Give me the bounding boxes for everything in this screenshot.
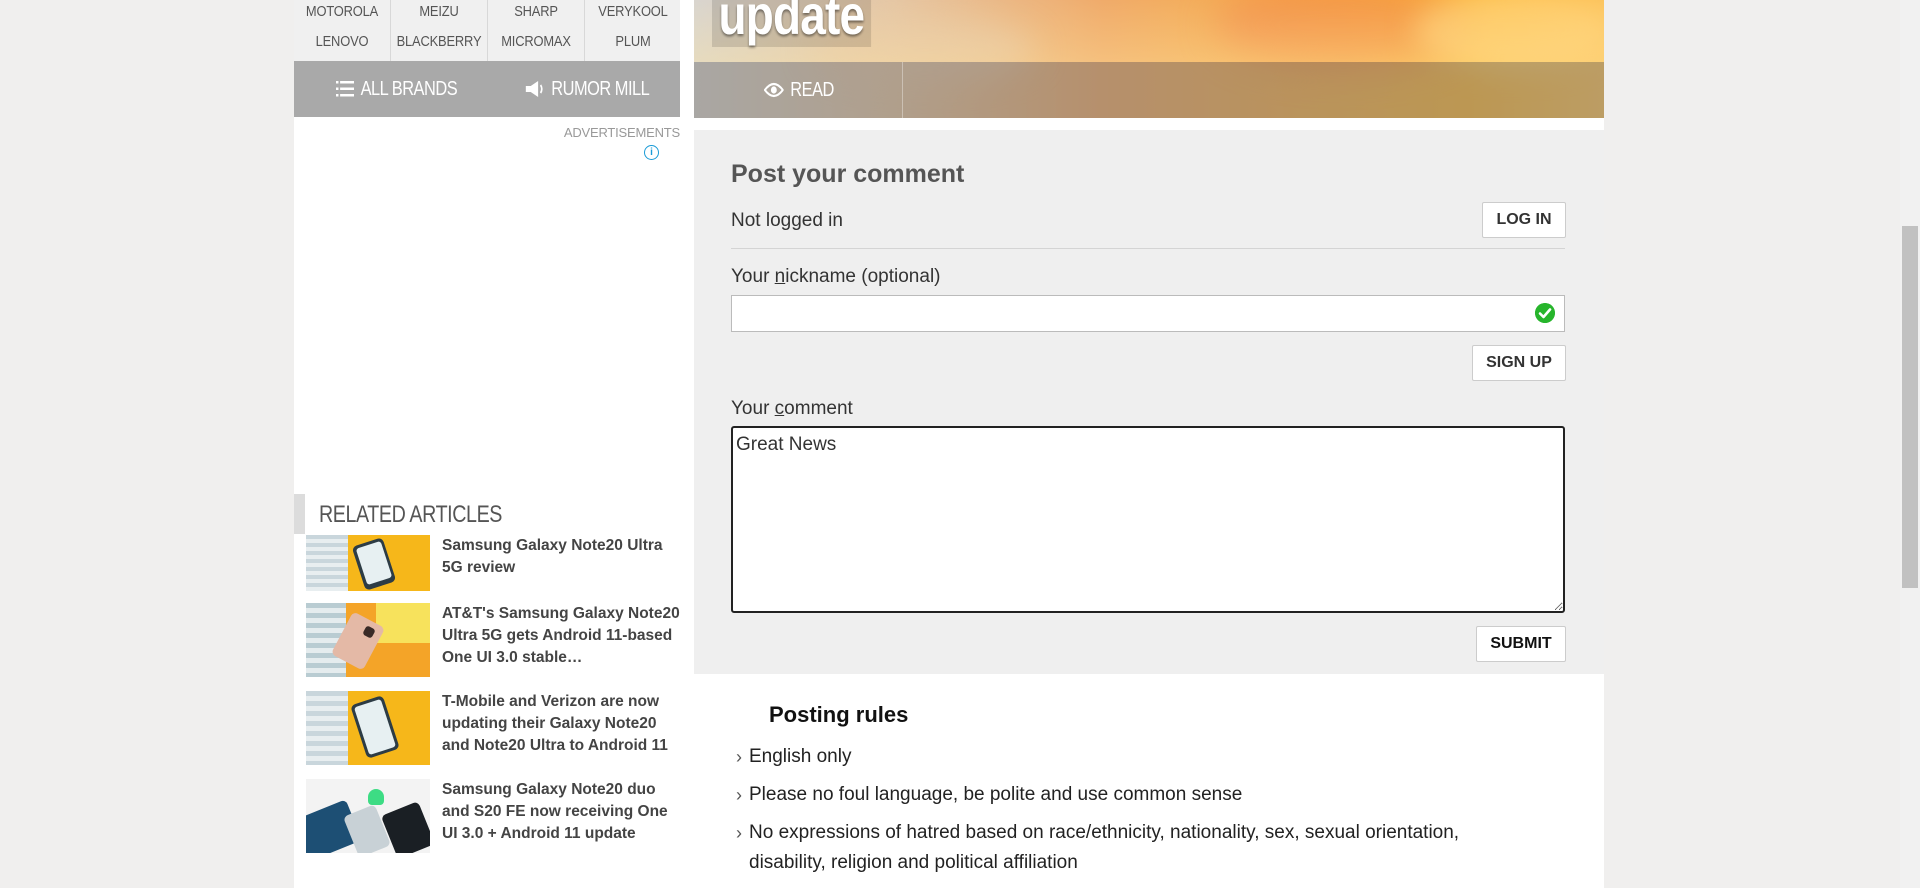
rule-text: English only: [749, 746, 852, 767]
hero-action-bar: READ: [694, 62, 1604, 118]
posting-rules: Posting rules › English only › Please no…: [694, 674, 1604, 888]
brand-link-meizu[interactable]: MEIZU: [398, 0, 481, 25]
comment-label-accesskey: c: [774, 398, 785, 419]
comment-textarea[interactable]: Great News: [731, 426, 1565, 613]
nickname-label-accesskey: n: [774, 266, 786, 287]
rule-text: Please no foul language, be polite and u…: [749, 784, 1243, 805]
left-sidebar: MOTOROLA MEIZU SHARP VERYKOOL LENOVO BLA…: [294, 0, 680, 888]
article-title: T-Mobile and Verizon are now updating th…: [442, 693, 668, 754]
rule-item: › English only: [736, 742, 1549, 772]
chevron-right-icon: ›: [736, 747, 742, 767]
main-content: update READ Post your comment Not logged…: [694, 0, 1604, 888]
rule-text: No expressions of hatred based on race/e…: [749, 822, 1460, 873]
rule-item: › No expressions of hatred based on race…: [736, 818, 1529, 878]
comment-form: Post your comment Not logged in LOG IN Y…: [694, 130, 1604, 674]
related-article[interactable]: Samsung Galaxy Note20 Ultra 5G review: [306, 535, 680, 591]
read-button[interactable]: READ: [764, 62, 834, 118]
page: MOTOROLA MEIZU SHARP VERYKOOL LENOVO BLA…: [294, 0, 1604, 888]
comment-label-text: Your: [731, 398, 775, 419]
nickname-label-text: Your: [731, 266, 775, 287]
grid-divider: [584, 0, 585, 61]
check-icon: [1535, 303, 1555, 323]
form-divider: [731, 248, 1565, 249]
scrollbar-thumb[interactable]: [1902, 226, 1918, 588]
login-button[interactable]: LOG IN: [1482, 202, 1566, 238]
form-title: Post your comment: [731, 160, 965, 188]
nickname-label: Your nickname (optional): [731, 266, 941, 288]
signup-button[interactable]: SIGN UP: [1472, 345, 1566, 381]
all-brands-button[interactable]: ALL BRANDS: [336, 61, 458, 117]
eye-icon: [764, 82, 784, 98]
posting-rules-title: Posting rules: [769, 702, 909, 727]
advertisements-label: ADVERTISEMENTS: [563, 125, 680, 140]
brand-link-sharp[interactable]: SHARP: [495, 0, 578, 25]
read-label: READ: [790, 78, 834, 101]
all-brands-label: ALL BRANDS: [360, 77, 458, 100]
chevron-right-icon: ›: [736, 823, 742, 843]
list-icon: [336, 81, 355, 97]
comment-label: Your comment: [731, 398, 853, 420]
article-thumbnail: [306, 603, 430, 677]
article-thumbnail: [306, 691, 430, 765]
megaphone-icon: [525, 81, 543, 97]
nickname-input[interactable]: [731, 295, 1565, 332]
brand-link-micromax[interactable]: MICROMAX: [495, 27, 578, 55]
heading-accent: [294, 494, 305, 534]
related-articles-heading: RELATED ARTICLES: [294, 494, 680, 534]
related-article[interactable]: Samsung Galaxy Note20 duo and S20 FE now…: [306, 779, 680, 853]
related-article[interactable]: T-Mobile and Verizon are now updating th…: [306, 691, 680, 765]
brand-link-plum[interactable]: PLUM: [592, 27, 675, 55]
login-status: Not logged in: [731, 210, 843, 231]
article-hero: update READ: [694, 0, 1604, 118]
rule-item: › Please no foul language, be polite and…: [736, 780, 1549, 810]
article-thumbnail: [306, 779, 430, 853]
ad-info-icon[interactable]: i: [644, 145, 659, 160]
article-title: AT&T's Samsung Galaxy Note20 Ultra 5G ge…: [442, 605, 680, 666]
related-articles-title: RELATED ARTICLES: [319, 501, 503, 528]
submit-button[interactable]: SUBMIT: [1476, 626, 1566, 662]
brands-grid: MOTOROLA MEIZU SHARP VERYKOOL LENOVO BLA…: [294, 0, 680, 61]
nickname-label-text: ickname (optional): [785, 266, 941, 287]
brand-link-blackberry[interactable]: BLACKBERRY: [397, 27, 482, 55]
chevron-right-icon: ›: [736, 785, 742, 805]
brand-link-verykool[interactable]: VERYKOOL: [592, 0, 675, 25]
article-title: Samsung Galaxy Note20 duo and S20 FE now…: [442, 781, 668, 842]
article-thumbnail: [306, 535, 430, 591]
bar-divider: [902, 62, 903, 118]
brand-link-lenovo[interactable]: LENOVO: [301, 27, 384, 55]
brands-nav-bar: ALL BRANDS RUMOR MILL: [294, 61, 680, 117]
article-title: Samsung Galaxy Note20 Ultra 5G review: [442, 537, 663, 576]
comment-label-text: omment: [784, 398, 853, 419]
grid-divider: [390, 0, 391, 61]
brand-link-motorola[interactable]: MOTOROLA: [301, 0, 384, 25]
grid-divider: [487, 0, 488, 61]
spacer: [694, 118, 1604, 130]
hero-title: update: [712, 0, 871, 47]
rumor-mill-button[interactable]: RUMOR MILL: [525, 61, 650, 117]
related-article[interactable]: AT&T's Samsung Galaxy Note20 Ultra 5G ge…: [306, 603, 680, 677]
rumor-mill-label: RUMOR MILL: [551, 77, 650, 100]
